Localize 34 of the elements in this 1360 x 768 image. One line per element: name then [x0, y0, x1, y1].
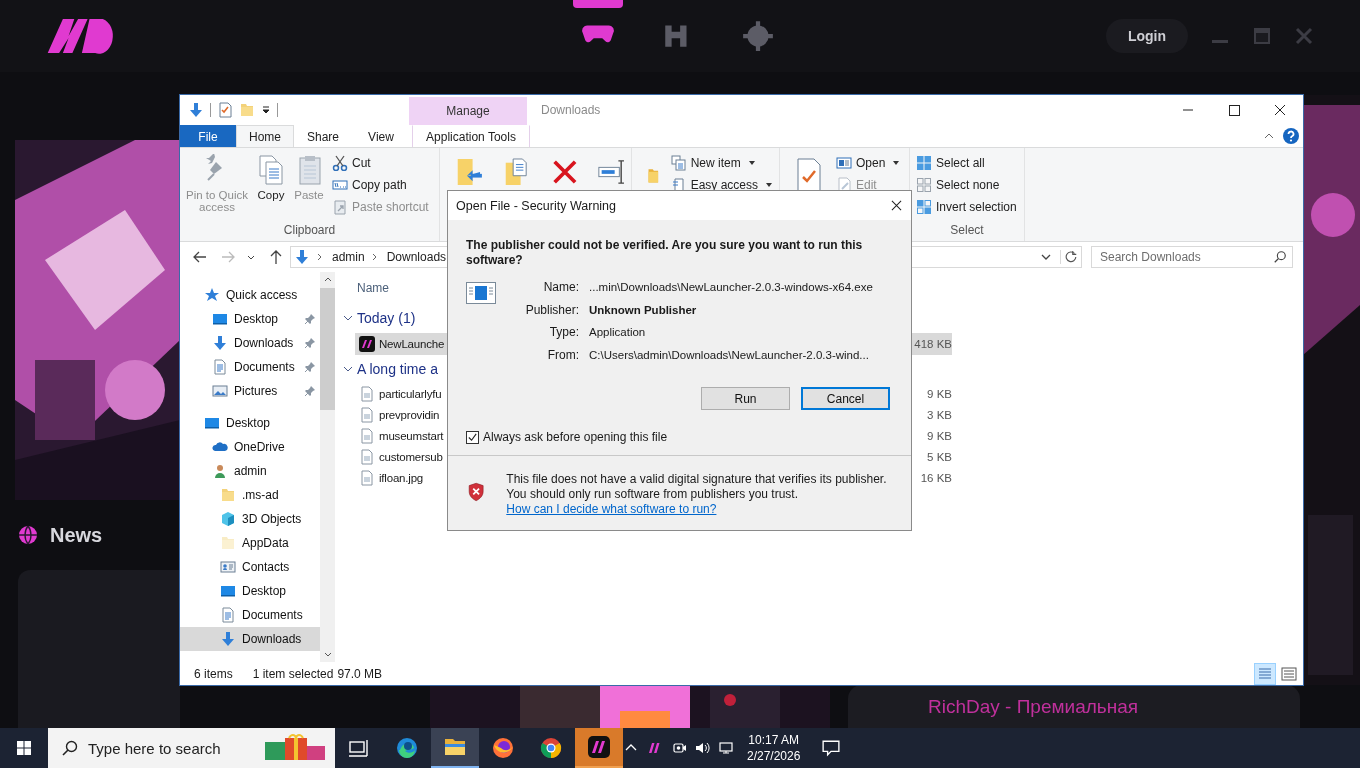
field-value: Unknown Publisher	[589, 303, 697, 316]
promo-title: RichDay - Премиальная	[928, 695, 1139, 718]
file-name: museumstart	[379, 429, 444, 442]
news-heading: News	[50, 523, 103, 547]
file-name: customersub	[379, 450, 443, 463]
file-name: ifloan.jpg	[379, 471, 424, 484]
selection-info: 1 item selected	[252, 666, 334, 681]
group-label: Select	[949, 223, 985, 239]
file-name: NewLaunche	[379, 338, 445, 350]
window-title: Downloads	[541, 103, 601, 117]
field-label: Name:	[542, 280, 579, 295]
field-label: Type:	[548, 325, 579, 340]
selection-size: 97.0 MB	[337, 666, 383, 681]
file-size: 3 KB	[927, 408, 952, 421]
group-label: Clipboard	[282, 223, 337, 239]
file-name: prevprovidin	[379, 408, 440, 421]
warning-text: This file does not have a valid digital signature that verifies its publisher. You should only run software from publishers you trust.	[506, 472, 888, 502]
item-count: 6 items	[194, 666, 233, 681]
file-size: 418 KB	[914, 338, 952, 350]
clock-date: 2/27/2026	[747, 748, 801, 764]
field-label: From:	[546, 347, 579, 362]
clock-time: 10:17 AM	[748, 732, 800, 748]
field-value: Application	[589, 326, 646, 339]
warning-heading: The publisher could not be verified. Are you sure you want to run this software?	[466, 238, 864, 268]
file-size: 9 KB	[927, 387, 952, 400]
file-size: 9 KB	[927, 429, 952, 442]
field-value: ...min\Downloads\NewLauncher-2.0.3-windows-x64.exe	[589, 281, 873, 294]
field-value: C:\Users\admin\Downloads\NewLauncher-2.0.3-wind...	[589, 348, 869, 361]
context-group-label: Manage	[446, 104, 490, 118]
file-size: 5 KB	[927, 450, 952, 463]
file-name: particularlyfu	[379, 387, 442, 400]
dialog-title: Open File - Security Warning	[456, 198, 616, 213]
field-label: Publisher:	[524, 302, 579, 317]
file-size: 16 KB	[920, 471, 952, 484]
